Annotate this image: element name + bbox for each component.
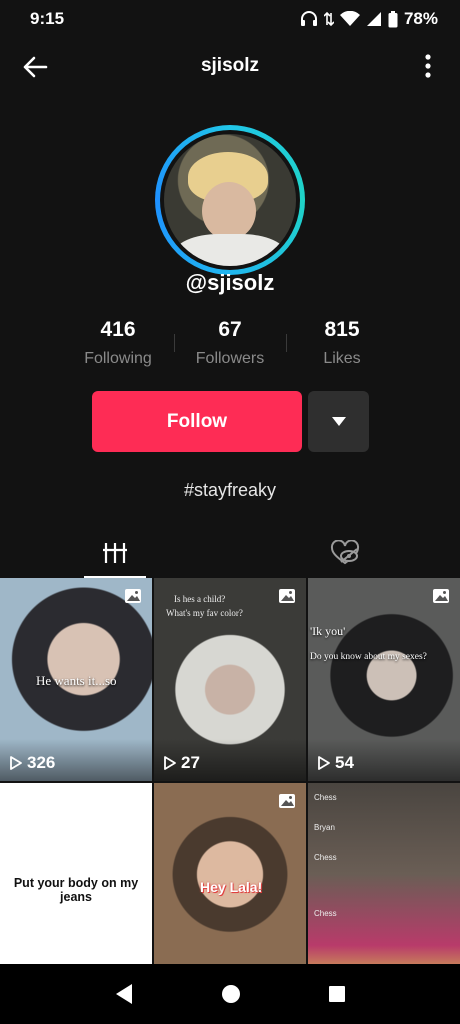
photo-post-icon [279, 794, 295, 808]
stat-label: Followers [195, 350, 265, 367]
stat-likes[interactable]: 815 Likes [286, 318, 398, 368]
video-grid: He wants it...so 326 Is hes a child? Wha… [0, 578, 460, 986]
video-thumbnail[interactable]: He wants it...so 326 [0, 578, 152, 781]
status-time: 9:15 [30, 9, 65, 28]
photo-post-icon [433, 589, 449, 603]
profile-handle: @sjisolz [185, 270, 275, 295]
thumbnail-caption: Hey Lala! [200, 879, 263, 895]
thumbnail-caption: What's my fav color? [166, 608, 243, 618]
video-thumbnail[interactable]: Hey Lala! [154, 783, 306, 986]
headphones-icon [300, 11, 317, 26]
view-count-value: 326 [27, 753, 56, 772]
view-count-value: 54 [335, 753, 354, 772]
arrow-left-icon [23, 56, 48, 78]
stat-value: 815 [324, 318, 360, 341]
stat-label: Following [84, 350, 152, 367]
profile-tabs [0, 528, 460, 578]
chat-username: Chess [314, 909, 337, 918]
tab-videos[interactable] [0, 528, 230, 578]
nav-back-icon[interactable] [114, 983, 134, 1005]
heart-hidden-icon [330, 540, 360, 565]
thumbnail-caption: Put your body on my jeans [13, 876, 139, 904]
stat-divider [174, 334, 175, 352]
chat-username: Chess [314, 793, 337, 802]
page-title: sjisolz [200, 55, 260, 76]
stat-followers[interactable]: 67 Followers [174, 318, 286, 368]
battery-percent: 78% [403, 9, 438, 28]
stat-label: Likes [323, 350, 361, 367]
profile-stats: 416 Following 67 Followers 815 Likes [62, 318, 398, 368]
video-thumbnail[interactable]: Put your body on my jeans [0, 783, 152, 986]
video-thumbnail[interactable]: Is hes a child? What's my fav color? 27 [154, 578, 306, 781]
thumbnail-caption: He wants it...so [36, 673, 117, 688]
video-thumbnail[interactable]: 'Ik you' Do you know about my sexes? 54 [308, 578, 460, 781]
avatar-story-ring[interactable] [155, 125, 305, 275]
thumbnail-caption: Is hes a child? [174, 594, 226, 604]
avatar [164, 134, 296, 266]
view-count-value: 27 [181, 753, 200, 772]
data-transfer-icon [323, 11, 334, 27]
stat-divider [286, 334, 287, 352]
thumbnail-caption: 'Ik you' [310, 624, 346, 638]
play-icon [164, 756, 176, 770]
grid-icon [103, 543, 127, 563]
chat-username: Chess [314, 853, 337, 862]
play-icon [10, 756, 22, 770]
play-icon [318, 756, 330, 770]
video-thumbnail[interactable]: Chess Bryan Chess Chess [308, 783, 460, 986]
photo-post-icon [279, 589, 295, 603]
view-count: 27 [164, 753, 200, 773]
caret-down-icon [331, 417, 346, 426]
chat-username: Bryan [314, 823, 335, 832]
battery-icon [388, 10, 398, 27]
nav-home-icon[interactable] [221, 984, 241, 1004]
top-bar: sjisolz [0, 40, 460, 92]
stat-value: 416 [100, 318, 136, 341]
system-nav-bar [0, 964, 460, 1024]
thumbnail-caption: Do you know about my sexes? [310, 652, 427, 662]
suggested-accounts-button[interactable] [308, 391, 369, 452]
nav-recents-icon[interactable] [328, 985, 346, 1003]
profile-bio: #stayfreaky [183, 480, 277, 500]
wifi-icon [339, 11, 360, 26]
status-bar: 9:15 78% [0, 0, 460, 38]
view-count: 54 [318, 753, 354, 773]
photo-post-icon [125, 589, 141, 603]
tab-liked-private[interactable] [230, 528, 460, 578]
stat-following[interactable]: 416 Following [62, 318, 174, 368]
stat-value: 67 [218, 318, 242, 341]
kebab-menu-icon [425, 54, 431, 78]
status-icons: 78% [300, 9, 438, 29]
more-options-button[interactable] [410, 48, 446, 84]
view-count: 326 [10, 753, 55, 773]
back-button[interactable] [18, 50, 52, 84]
follow-button[interactable]: Follow [92, 391, 302, 452]
signal-icon [366, 12, 381, 26]
